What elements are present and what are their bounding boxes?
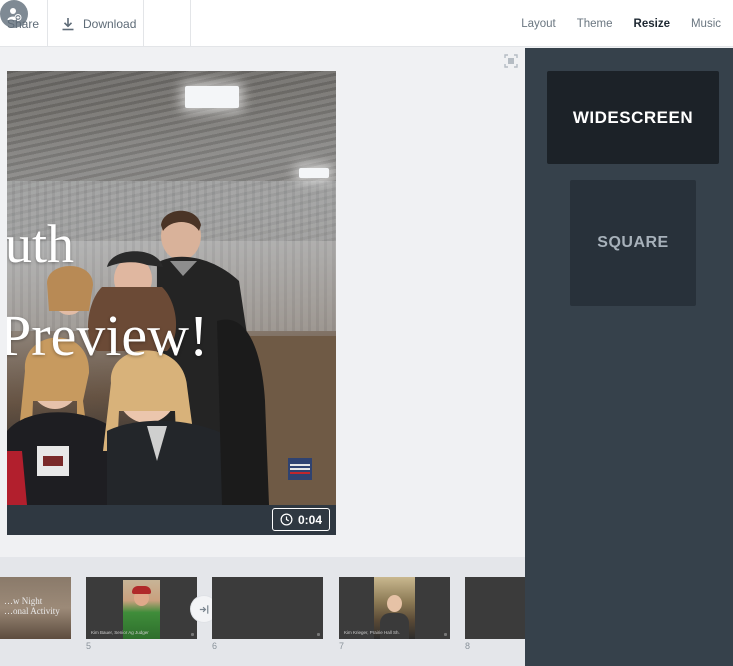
slide-caption: Kim Bauer, Senior Ag Judger: [91, 630, 149, 635]
share-button[interactable]: Share: [7, 0, 39, 47]
timeline-slide-6[interactable]: [212, 577, 323, 639]
toolbar-divider: [143, 0, 144, 47]
ceiling-light: [299, 168, 329, 178]
slide-timeline: …w Night …onal Activity Kim Bauer, Senio…: [0, 557, 525, 666]
slide-caption: Kim Krieger, Prairie Hall Sh.: [344, 630, 400, 635]
tab-resize[interactable]: Resize: [634, 18, 670, 30]
widescreen-button[interactable]: WIDESCREEN: [547, 71, 719, 164]
toolbar-divider: [190, 0, 191, 47]
top-toolbar: Share Download Layout Theme Resize Music: [0, 0, 733, 47]
slide-marker: [444, 633, 447, 636]
transition-icon: [199, 604, 208, 614]
share-label: Share: [7, 16, 40, 31]
slide-number: 5: [86, 641, 92, 651]
tab-layout[interactable]: Layout: [521, 18, 556, 30]
slide-marker: [317, 633, 320, 636]
video-preview[interactable]: uth Preview!: [7, 71, 336, 505]
clock-icon: [280, 513, 293, 526]
editor-tabs: Layout Theme Resize Music: [521, 0, 721, 47]
duration-button[interactable]: 0:04: [271, 508, 330, 531]
slide-number: 6: [212, 641, 218, 651]
timeline-slide[interactable]: …w Night …onal Activity: [0, 577, 71, 639]
club-logo-icon: [288, 458, 312, 480]
preview-control-bar: 0:04: [7, 505, 336, 535]
slide-number: 7: [339, 641, 345, 651]
tab-theme[interactable]: Theme: [577, 18, 613, 30]
toolbar-divider: [47, 0, 48, 47]
headline-line-1: uth: [7, 214, 75, 274]
timeline-slide-8[interactable]: [465, 577, 525, 639]
slide-marker: [191, 633, 194, 636]
download-icon: [62, 17, 74, 30]
square-button[interactable]: SQUARE: [570, 180, 696, 306]
duration-value: 0:04: [297, 512, 322, 527]
resize-panel: WIDESCREEN SQUARE: [525, 48, 733, 666]
timeline-slide-7[interactable]: Kim Krieger, Prairie Hall Sh.: [339, 577, 450, 639]
tab-music[interactable]: Music: [691, 18, 721, 30]
timeline-slide-5[interactable]: Kim Bauer, Senior Ag Judger: [86, 577, 197, 639]
headline-line-2: Preview!: [7, 303, 209, 368]
download-button[interactable]: Download: [60, 0, 136, 47]
slide-thumb-text: …w Night …onal Activity: [4, 596, 60, 616]
download-label: Download: [83, 16, 137, 31]
fullscreen-icon[interactable]: [504, 54, 518, 68]
slide-number: 8: [465, 641, 471, 651]
ceiling-light: [185, 86, 239, 108]
